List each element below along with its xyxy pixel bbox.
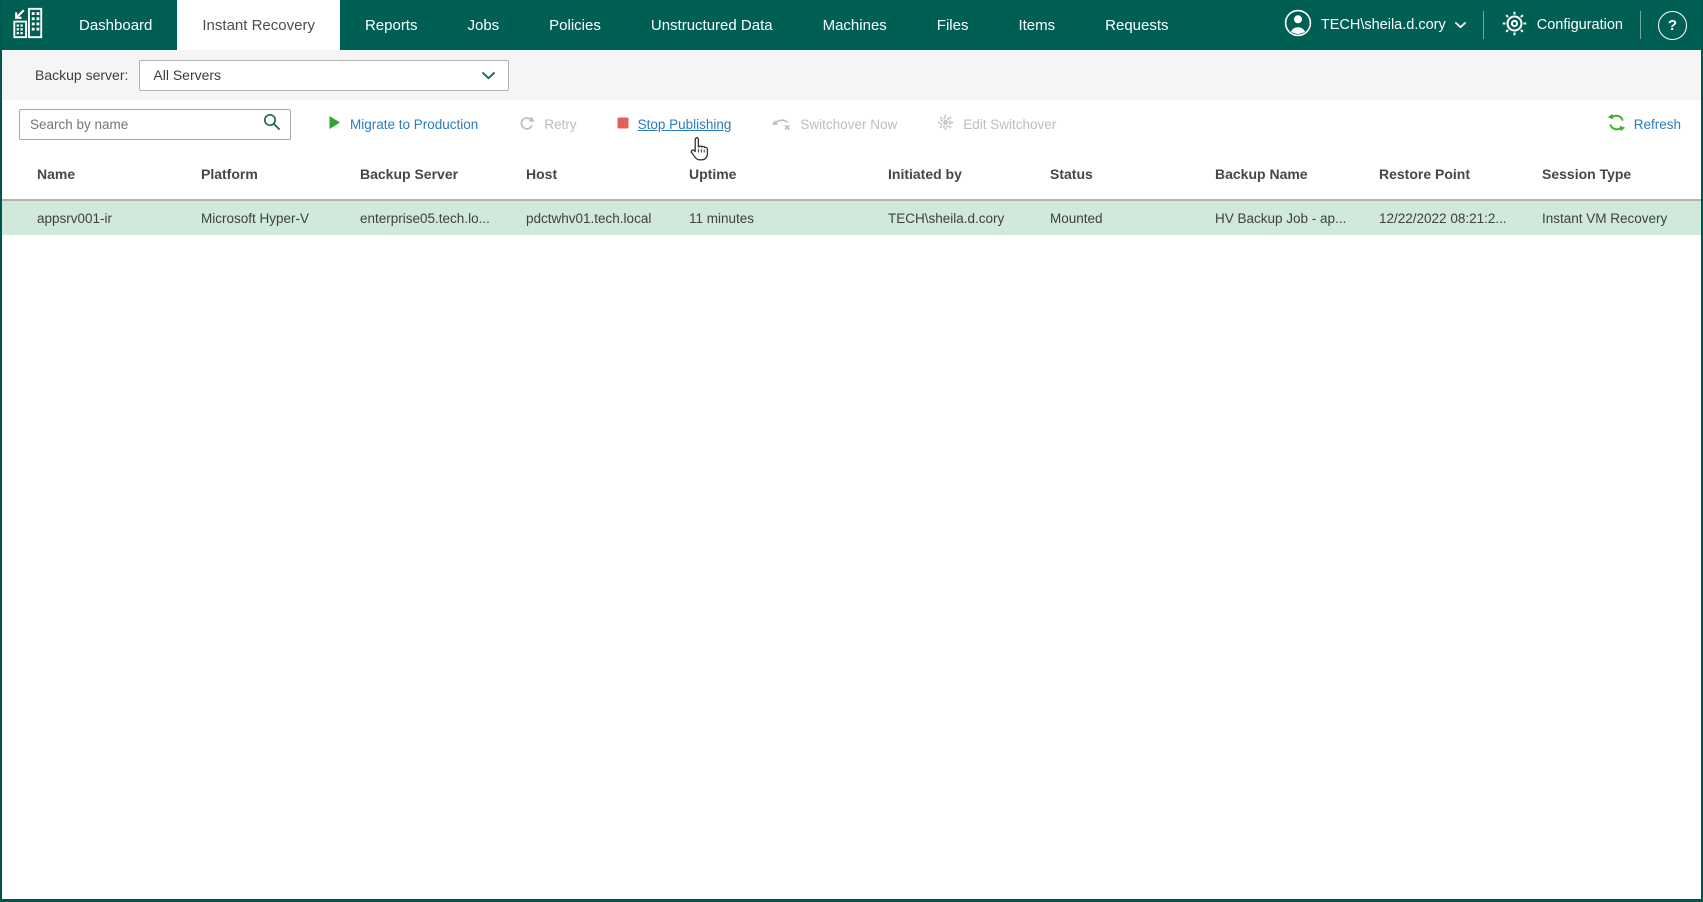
action-label: Switchover Now bbox=[800, 116, 898, 132]
stop-publishing-button[interactable]: Stop Publishing bbox=[617, 116, 732, 132]
column-header-backup-server[interactable]: Backup Server bbox=[360, 148, 526, 201]
refresh-button[interactable]: Refresh bbox=[1607, 113, 1681, 135]
tab-label: Unstructured Data bbox=[650, 16, 773, 34]
action-label: Migrate to Production bbox=[350, 116, 479, 132]
tab-label: Policies bbox=[549, 16, 601, 34]
column-header-uptime[interactable]: Uptime bbox=[689, 148, 888, 201]
app-logo bbox=[2, 0, 54, 50]
column-header-name[interactable]: Name bbox=[2, 148, 201, 201]
cell-platform: Microsoft Hyper-V bbox=[201, 200, 360, 235]
column-header-status[interactable]: Status bbox=[1050, 148, 1215, 201]
tab-dashboard[interactable]: Dashboard bbox=[54, 0, 177, 50]
migrate-to-production-button[interactable]: Migrate to Production bbox=[328, 115, 478, 133]
search-box[interactable] bbox=[19, 108, 291, 140]
column-header-initiated-by[interactable]: Initiated by bbox=[888, 148, 1050, 201]
nav-divider bbox=[1640, 11, 1641, 39]
nav-right-section: TECH\sheila.d.cory Configuration ? bbox=[1284, 0, 1701, 50]
tab-instant-recovery[interactable]: Instant Recovery bbox=[177, 0, 340, 50]
play-icon bbox=[328, 115, 341, 133]
instant-recovery-table: Name Platform Backup Server Host Uptime … bbox=[2, 148, 1701, 235]
cell-initiated-by: TECH\sheila.d.cory bbox=[888, 200, 1050, 235]
tab-label: Jobs bbox=[467, 16, 500, 34]
user-avatar-icon bbox=[1284, 9, 1312, 41]
nav-divider bbox=[1482, 11, 1484, 39]
help-button[interactable]: ? bbox=[1658, 10, 1687, 40]
tab-machines[interactable]: Machines bbox=[798, 0, 912, 50]
chevron-down-icon bbox=[482, 67, 496, 83]
cell-backup-name: HV Backup Job - ap... bbox=[1215, 200, 1379, 235]
user-menu-button[interactable]: TECH\sheila.d.cory bbox=[1284, 9, 1466, 41]
switchover-now-button: Switchover Now bbox=[771, 114, 897, 134]
column-header-backup-name[interactable]: Backup Name bbox=[1215, 148, 1379, 201]
cell-host: pdctwhv01.tech.local bbox=[526, 200, 689, 235]
stop-icon bbox=[617, 117, 629, 132]
tab-label: Files bbox=[936, 16, 969, 34]
tab-requests[interactable]: Requests bbox=[1080, 0, 1193, 50]
top-nav: Dashboard Instant Recovery Reports Jobs … bbox=[2, 0, 1701, 50]
action-label: Stop Publishing bbox=[637, 116, 732, 132]
backup-server-label: Backup server: bbox=[35, 67, 129, 83]
veeam-enterprise-manager-logo-icon bbox=[11, 6, 45, 45]
column-header-host[interactable]: Host bbox=[526, 148, 689, 201]
table-header-row: Name Platform Backup Server Host Uptime … bbox=[2, 148, 1701, 201]
filter-bar: Backup server: All Servers bbox=[2, 50, 1701, 100]
configuration-button[interactable]: Configuration bbox=[1501, 10, 1623, 41]
chevron-down-icon bbox=[1454, 17, 1466, 33]
cell-backup-server: enterprise05.tech.lo... bbox=[360, 200, 526, 235]
tab-label: Items bbox=[1018, 16, 1056, 34]
tab-label: Dashboard bbox=[79, 16, 153, 34]
search-input[interactable] bbox=[30, 116, 263, 132]
action-label: Retry bbox=[544, 116, 577, 132]
toolbar: Migrate to Production Retry Stop Publish… bbox=[2, 100, 1701, 148]
tab-jobs[interactable]: Jobs bbox=[442, 0, 524, 50]
tab-label: Machines bbox=[822, 16, 887, 34]
column-header-session-type[interactable]: Session Type bbox=[1542, 148, 1701, 201]
configuration-label: Configuration bbox=[1536, 17, 1623, 33]
edit-switchover-button: Edit Switchover bbox=[937, 114, 1056, 134]
backup-server-selected-value: All Servers bbox=[153, 67, 222, 83]
edit-switchover-icon bbox=[937, 114, 954, 134]
refresh-icon bbox=[1607, 113, 1626, 135]
user-name: TECH\sheila.d.cory bbox=[1320, 17, 1446, 33]
cell-session-type: Instant VM Recovery bbox=[1542, 200, 1701, 235]
tab-reports[interactable]: Reports bbox=[340, 0, 443, 50]
tab-policies[interactable]: Policies bbox=[524, 0, 626, 50]
tab-label: Reports bbox=[364, 16, 418, 34]
cell-name: appsrv001-ir bbox=[2, 200, 201, 235]
tab-items[interactable]: Items bbox=[993, 0, 1080, 50]
tab-label: Requests bbox=[1105, 16, 1169, 34]
backup-server-select[interactable]: All Servers bbox=[139, 59, 510, 91]
help-icon: ? bbox=[1667, 16, 1678, 34]
switchover-icon bbox=[771, 114, 791, 134]
tab-label: Instant Recovery bbox=[202, 16, 315, 34]
column-header-restore-point[interactable]: Restore Point bbox=[1379, 148, 1542, 201]
retry-icon bbox=[518, 115, 535, 134]
refresh-label: Refresh bbox=[1633, 116, 1681, 132]
search-icon[interactable] bbox=[263, 113, 281, 136]
gear-icon bbox=[1501, 10, 1528, 41]
table-row[interactable]: appsrv001-ir Microsoft Hyper-V enterpris… bbox=[2, 200, 1701, 235]
cell-restore-point: 12/22/2022 08:21:2... bbox=[1379, 200, 1542, 235]
tab-unstructured-data[interactable]: Unstructured Data bbox=[626, 0, 798, 50]
column-header-platform[interactable]: Platform bbox=[201, 148, 360, 201]
retry-button: Retry bbox=[518, 115, 577, 134]
action-label: Edit Switchover bbox=[963, 116, 1057, 132]
cell-uptime: 11 minutes bbox=[689, 200, 888, 235]
cell-status: Mounted bbox=[1050, 200, 1215, 235]
tab-files[interactable]: Files bbox=[912, 0, 994, 50]
